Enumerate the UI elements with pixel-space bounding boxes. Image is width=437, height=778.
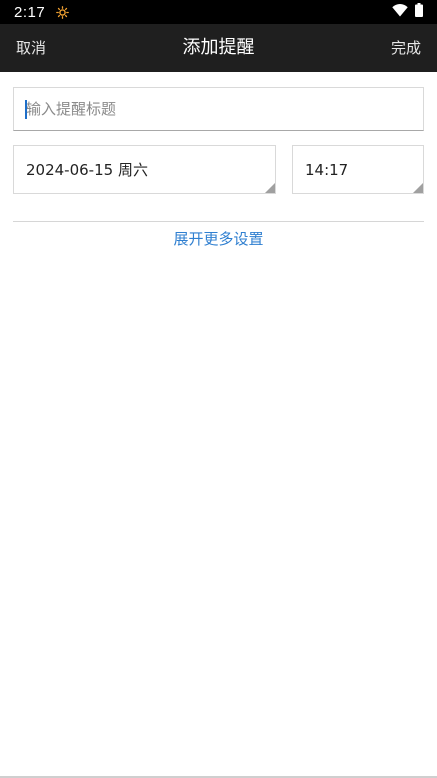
battery-icon — [415, 3, 423, 21]
sun-icon — [56, 5, 70, 19]
divider — [13, 221, 424, 222]
time-value: 14:17 — [305, 160, 349, 179]
status-time: 2:17 — [14, 3, 46, 21]
reminder-title-input[interactable] — [13, 87, 424, 131]
date-value: 2024-06-15 周六 — [26, 161, 148, 179]
date-picker[interactable]: 2024-06-15 周六 — [13, 145, 276, 194]
done-button[interactable]: 完成 — [391, 24, 421, 72]
dropdown-corner-icon — [265, 183, 275, 193]
app-bar: 取消 添加提醒 完成 — [0, 24, 437, 72]
time-picker[interactable]: 14:17 — [292, 145, 424, 194]
wifi-icon — [392, 3, 408, 21]
text-cursor — [25, 100, 27, 119]
dropdown-corner-icon — [413, 183, 423, 193]
expand-more-settings-link[interactable]: 展开更多设置 — [0, 228, 437, 250]
status-bar: 2:17 — [0, 0, 437, 24]
status-icons — [392, 3, 423, 21]
page-title: 添加提醒 — [182, 37, 255, 58]
